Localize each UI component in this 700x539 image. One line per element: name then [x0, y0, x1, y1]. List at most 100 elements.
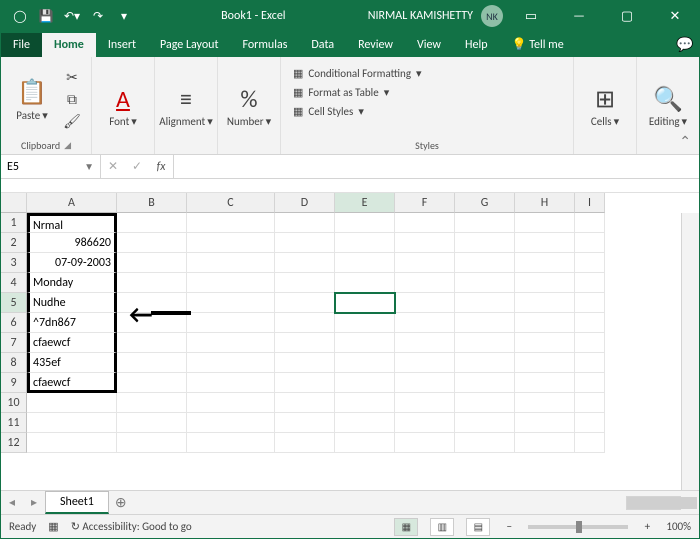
cell[interactable] — [117, 313, 187, 333]
editing-button[interactable]: 🔍 Editing ▾ — [645, 71, 691, 141]
cell[interactable] — [455, 333, 515, 353]
cell[interactable] — [515, 393, 575, 413]
cell[interactable] — [117, 213, 187, 233]
cell[interactable]: Monday — [27, 273, 117, 293]
cell[interactable] — [515, 293, 575, 313]
cell[interactable] — [455, 293, 515, 313]
tab-review[interactable]: Review — [346, 33, 405, 57]
cell[interactable] — [187, 273, 275, 293]
cut-icon[interactable]: ✂ — [61, 68, 83, 86]
format-as-table-button[interactable]: ▦ Format as Table ▾ — [289, 84, 393, 101]
new-sheet-button[interactable]: ⊕ — [109, 494, 133, 511]
save-icon[interactable]: 💾 — [37, 7, 55, 25]
zoom-in-button[interactable]: + — [640, 520, 654, 533]
tab-insert[interactable]: Insert — [96, 33, 148, 57]
cell[interactable] — [335, 293, 395, 313]
cell[interactable] — [275, 253, 335, 273]
cell[interactable] — [395, 393, 455, 413]
row-header[interactable]: 6 — [1, 313, 27, 333]
cell[interactable] — [275, 433, 335, 453]
cell[interactable]: 435ef — [27, 353, 117, 373]
tab-tell-me[interactable]: 💡 Tell me — [500, 32, 576, 57]
cell[interactable] — [455, 433, 515, 453]
tab-view[interactable]: View — [405, 33, 453, 57]
autosave-toggle-icon[interactable]: ◯ — [11, 7, 29, 25]
copy-icon[interactable]: ⧉ — [61, 90, 83, 108]
row-header[interactable]: 4 — [1, 273, 27, 293]
cell[interactable] — [515, 273, 575, 293]
font-button[interactable]: A Font ▾ — [100, 71, 146, 141]
cells-button[interactable]: ⊞ Cells ▾ — [582, 71, 628, 141]
cell[interactable]: 986620 — [27, 233, 117, 253]
cell[interactable] — [395, 213, 455, 233]
cell[interactable] — [275, 233, 335, 253]
cell[interactable] — [187, 253, 275, 273]
cell[interactable] — [335, 353, 395, 373]
cell[interactable] — [275, 213, 335, 233]
cell[interactable] — [515, 353, 575, 373]
cell[interactable] — [187, 213, 275, 233]
cell[interactable] — [575, 413, 605, 433]
cell[interactable] — [275, 393, 335, 413]
macro-record-icon[interactable]: ▦ — [48, 520, 58, 533]
accessibility-status[interactable]: ↻ Accessibility: Good to go — [71, 520, 192, 533]
cell[interactable] — [335, 233, 395, 253]
cell[interactable] — [515, 313, 575, 333]
column-header[interactable]: G — [455, 193, 515, 213]
view-normal-icon[interactable]: ▦ — [394, 518, 418, 536]
row-header[interactable]: 7 — [1, 333, 27, 353]
cell[interactable] — [275, 413, 335, 433]
sheet-tab-active[interactable]: Sheet1 — [45, 491, 109, 514]
cell[interactable] — [455, 273, 515, 293]
tab-formulas[interactable]: Formulas — [230, 33, 299, 57]
cell[interactable] — [335, 373, 395, 393]
cell[interactable] — [515, 433, 575, 453]
cell[interactable] — [395, 333, 455, 353]
cell[interactable] — [335, 273, 395, 293]
cell[interactable] — [275, 333, 335, 353]
cell[interactable] — [187, 433, 275, 453]
cell[interactable] — [575, 233, 605, 253]
view-page-layout-icon[interactable]: ▥ — [430, 518, 454, 536]
zoom-slider[interactable] — [528, 525, 628, 529]
cell-styles-button[interactable]: ▦ Cell Styles ▾ — [289, 103, 368, 120]
cell[interactable]: cfaewcf — [27, 373, 117, 393]
cell[interactable] — [455, 393, 515, 413]
cell[interactable] — [455, 313, 515, 333]
cell[interactable] — [575, 433, 605, 453]
sheet-nav-prev-icon[interactable]: ◂ — [1, 495, 23, 510]
cell[interactable] — [455, 413, 515, 433]
cell[interactable] — [575, 273, 605, 293]
cell[interactable] — [117, 253, 187, 273]
cell[interactable] — [275, 293, 335, 313]
cell[interactable]: Nrmal — [27, 213, 117, 233]
share-icon[interactable]: 💬 — [671, 31, 699, 57]
cell[interactable] — [455, 353, 515, 373]
cell[interactable] — [275, 313, 335, 333]
cell[interactable] — [275, 373, 335, 393]
column-header[interactable]: D — [275, 193, 335, 213]
number-button[interactable]: % Number ▾ — [226, 71, 272, 141]
column-header[interactable]: C — [187, 193, 275, 213]
cell[interactable] — [395, 353, 455, 373]
cell[interactable] — [395, 413, 455, 433]
column-header[interactable]: F — [395, 193, 455, 213]
cell[interactable] — [117, 293, 187, 313]
row-header[interactable]: 5 — [1, 293, 27, 313]
cell[interactable] — [27, 433, 117, 453]
cell[interactable] — [455, 373, 515, 393]
qat-customize-icon[interactable]: ▾ — [115, 7, 133, 25]
cell[interactable] — [117, 273, 187, 293]
cell[interactable] — [575, 373, 605, 393]
cell[interactable] — [187, 393, 275, 413]
cell[interactable] — [335, 213, 395, 233]
cancel-formula-icon[interactable]: ✕ — [101, 159, 125, 174]
cell[interactable] — [335, 313, 395, 333]
cell[interactable] — [117, 233, 187, 253]
cell[interactable] — [117, 373, 187, 393]
cell[interactable]: 07-09-2003 — [27, 253, 117, 273]
cell[interactable] — [117, 393, 187, 413]
zoom-out-button[interactable]: − — [502, 520, 516, 533]
cell[interactable] — [515, 253, 575, 273]
fx-icon[interactable]: fx — [149, 160, 173, 174]
